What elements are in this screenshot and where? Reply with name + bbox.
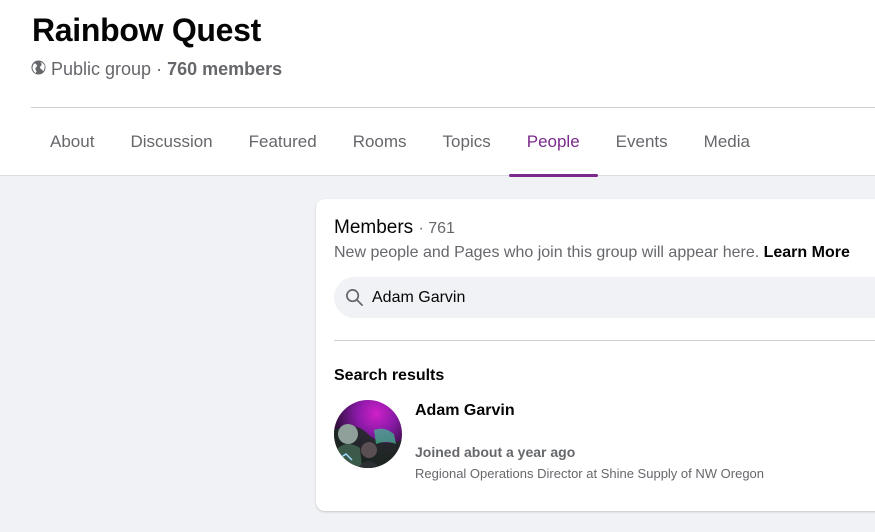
privacy-label: Public group — [51, 59, 152, 79]
globe-icon — [31, 59, 46, 80]
members-card: Members · 761 New people and Pages who j… — [316, 199, 875, 511]
avatar[interactable] — [334, 400, 402, 468]
group-tabs: About Discussion Featured Rooms Topics P… — [32, 108, 768, 177]
search-icon — [345, 288, 365, 308]
members-title: Members — [334, 217, 414, 238]
members-description: New people and Pages who join this group… — [334, 244, 850, 262]
tab-topics[interactable]: Topics — [425, 108, 509, 176]
separator-dot: · — [156, 59, 163, 79]
tab-discussion[interactable]: Discussion — [112, 108, 230, 176]
tab-events[interactable]: Events — [598, 108, 686, 176]
result-joined-date: Joined about a year ago — [415, 444, 576, 460]
card-divider — [334, 340, 875, 341]
tab-featured[interactable]: Featured — [231, 108, 335, 176]
learn-more-link[interactable]: Learn More — [764, 244, 850, 261]
tab-about[interactable]: About — [32, 108, 112, 176]
search-results-title: Search results — [334, 367, 445, 384]
group-header: Rainbow Quest Public group · 760 members… — [0, 0, 875, 177]
group-title[interactable]: Rainbow Quest — [32, 12, 261, 49]
tab-media[interactable]: Media — [686, 108, 768, 176]
result-job-title: Regional Operations Director at Shine Su… — [415, 466, 765, 481]
member-search-bar[interactable] — [334, 277, 875, 318]
members-description-text: New people and Pages who join this group… — [334, 244, 760, 261]
members-heading: Members · 761 — [334, 217, 455, 239]
group-meta: Public group · 760 members — [31, 59, 282, 80]
result-name-link[interactable]: Adam Garvin — [415, 402, 515, 420]
tab-people[interactable]: People — [508, 108, 598, 177]
member-search-input[interactable] — [370, 287, 854, 308]
members-count: · 761 — [418, 220, 455, 237]
member-count-link[interactable]: 760 members — [167, 59, 282, 80]
tab-rooms[interactable]: Rooms — [335, 108, 425, 176]
